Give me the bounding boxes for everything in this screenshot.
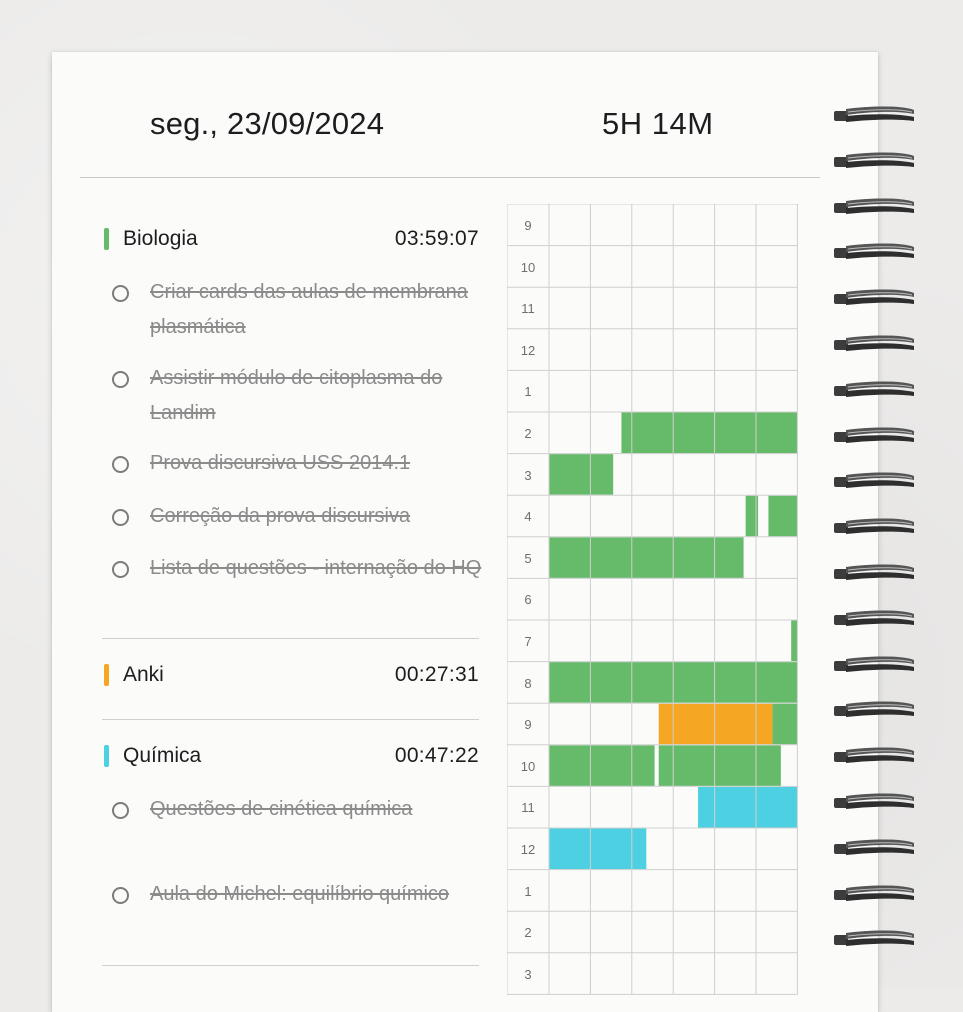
subject-color-marker — [104, 228, 109, 250]
subject-anki[interactable]: Anki 00:27:31 — [102, 661, 479, 689]
subject-header[interactable]: Química 00:47:22 — [102, 742, 479, 770]
task-checkbox[interactable] — [112, 509, 129, 526]
header-divider — [80, 177, 820, 178]
hour-label: 12 — [520, 342, 536, 358]
task-text: Questões de cinética química — [150, 798, 413, 820]
spiral-ring — [834, 885, 914, 901]
date-title[interactable]: seg., 23/09/2024 — [150, 106, 384, 142]
timeline-svg — [507, 204, 798, 995]
subject-header[interactable]: Biologia 03:59:07 — [102, 225, 479, 253]
subject-divider — [102, 638, 479, 639]
subject-biologia[interactable]: Biologia 03:59:07 — [102, 225, 479, 253]
task-text: Prova discursiva USS 2014.1 — [150, 452, 411, 474]
hour-label: 11 — [521, 301, 535, 317]
hour-label: 9 — [524, 218, 532, 233]
subject-time: 00:47:22 — [394, 744, 479, 767]
timeline-block-biologia[interactable] — [549, 454, 614, 495]
spiral-ring — [834, 152, 914, 168]
spiral-ring — [834, 610, 914, 626]
subject-divider — [102, 719, 479, 720]
subject-name: Química — [123, 744, 202, 767]
hour-label: 6 — [524, 592, 532, 608]
subject-name: Anki — [123, 663, 164, 686]
subject-time: 00:27:31 — [394, 663, 479, 686]
spiral-ring — [834, 289, 914, 306]
spiral-ring — [834, 701, 914, 718]
timeline-grid[interactable]: 9 10 11 12 1 2 3 4 5 6 7 8 9 10 11 12 1 2 3 — [507, 204, 799, 1004]
hour-label: 10 — [520, 259, 536, 275]
hour-label: 3 — [524, 966, 532, 982]
total-study-time: 5H 14M — [602, 106, 714, 141]
subject-name: Biologia — [123, 227, 198, 250]
spiral-ring — [834, 427, 914, 443]
spiral-ring — [834, 564, 914, 580]
hour-label: 11 — [521, 800, 535, 816]
spiral-ring — [834, 381, 914, 397]
hour-label: 12 — [520, 842, 536, 857]
task-checkbox[interactable] — [112, 285, 129, 302]
hour-label: 1 — [524, 883, 532, 899]
spiral-ring — [834, 518, 914, 535]
task-text: Aula do Michel: equilíbrio químico — [150, 883, 450, 905]
timeline-block-biologia[interactable] — [791, 620, 798, 662]
task-checkbox[interactable] — [112, 371, 129, 388]
hour-label: 8 — [524, 675, 532, 691]
spiral-ring — [834, 335, 914, 351]
subject-divider — [102, 965, 479, 966]
spiral-ring — [834, 472, 914, 489]
hour-label: 10 — [520, 758, 536, 774]
spiral-ring — [834, 656, 914, 672]
hour-label: 2 — [524, 925, 532, 941]
timeline-block-biologia[interactable] — [658, 745, 781, 786]
spiral-ring — [834, 198, 914, 214]
spiral-ring — [834, 839, 914, 855]
task-text: Lista de questões - internação do HQ — [150, 557, 482, 579]
hour-label: 4 — [524, 509, 532, 525]
subject-time: 03:59:07 — [394, 227, 479, 250]
task-checkbox[interactable] — [112, 802, 129, 819]
hour-label: 2 — [524, 426, 532, 441]
hour-label: 3 — [524, 467, 532, 483]
task-checkbox[interactable] — [112, 887, 129, 904]
spiral-ring — [834, 747, 914, 764]
timeline-block-biologia[interactable] — [621, 412, 798, 454]
subject-quimica[interactable]: Química 00:47:22 — [102, 742, 479, 770]
spiral-ring — [834, 243, 914, 260]
task-text: Assistir módulo de citoplasma do Landim — [150, 367, 443, 424]
spiral-ring — [834, 793, 914, 809]
subject-header[interactable]: Anki 00:27:31 — [102, 661, 479, 689]
hour-label: 9 — [524, 717, 532, 733]
task-text: Criar cards das aulas de membrana plasmá… — [150, 281, 468, 338]
timeline-block-biologia[interactable] — [549, 745, 655, 786]
spiral-ring — [834, 106, 914, 122]
subject-color-marker — [104, 745, 109, 767]
timeline-block-biologia[interactable] — [772, 703, 798, 745]
subject-color-marker — [104, 664, 109, 686]
hour-label: 1 — [524, 384, 532, 400]
hour-label: 7 — [524, 634, 532, 649]
timeline-block-química[interactable] — [698, 786, 798, 828]
task-checkbox[interactable] — [112, 561, 129, 578]
timeline-block-anki[interactable] — [658, 703, 773, 745]
task-text: Correção da prova discursiva — [150, 505, 411, 527]
timeline-block-biologia[interactable] — [768, 495, 798, 537]
task-checkbox[interactable] — [112, 456, 129, 473]
hour-label: 5 — [524, 550, 532, 566]
spiral-ring — [834, 930, 914, 947]
